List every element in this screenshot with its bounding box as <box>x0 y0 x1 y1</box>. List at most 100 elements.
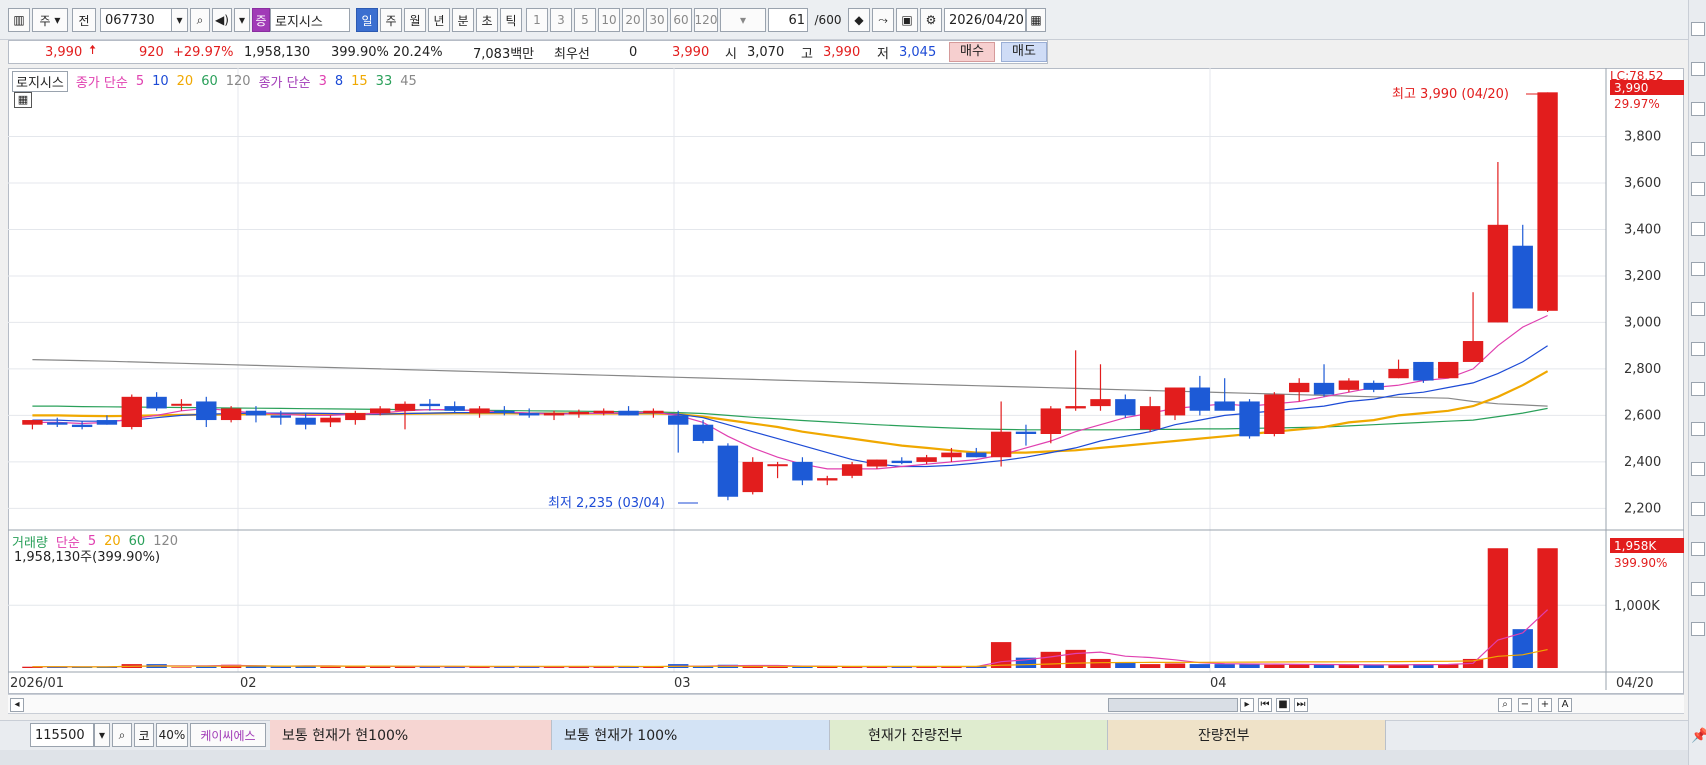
draw-tool-7-icon[interactable] <box>1691 262 1705 276</box>
period-second[interactable]: 초 <box>476 8 498 32</box>
draw-tool-3-icon[interactable] <box>1691 102 1705 116</box>
order-tab-modify[interactable]: 현재가 잔량전부 <box>830 720 1108 750</box>
chart-scrollbar[interactable]: ◂ ▸ ⏮ ■ ⏭ ⌕ − + A <box>8 694 1684 714</box>
period-day[interactable]: 일 <box>356 8 378 32</box>
order-tab-buy[interactable]: 보통 현재가 현100% <box>270 720 552 750</box>
sell-button[interactable]: 매도 <box>1001 42 1047 62</box>
stock-badge: 증 <box>252 8 270 32</box>
ratio-field[interactable]: 40% <box>156 723 188 747</box>
speaker-dropdown-icon[interactable]: ▾ <box>234 8 250 32</box>
legend-ma-label[interactable]: 종가 단순 <box>76 72 128 91</box>
up-arrow-icon: 🠅 <box>89 43 97 58</box>
draw-tool-2-icon[interactable] <box>1691 62 1705 76</box>
volume-ma5: 5 <box>87 533 97 549</box>
custom-interval-select[interactable]: ▾ <box>720 8 766 32</box>
stock-name-field[interactable]: 로지시스 <box>270 8 350 32</box>
interval-5[interactable]: 5 <box>574 8 596 32</box>
volume-ma60: 60 <box>128 533 146 549</box>
legend-ma2-label[interactable]: 종가 단순 <box>259 72 311 91</box>
gear-icon[interactable]: ⚙ <box>920 8 942 32</box>
candle-settings-icon[interactable]: ◆ <box>848 8 870 32</box>
interval-20[interactable]: 20 <box>622 8 644 32</box>
legend-ma5: 5 <box>135 73 145 89</box>
type-label: 주 <box>39 13 51 28</box>
legend-ma33: 33 <box>375 73 393 89</box>
legend-ma15: 15 <box>351 73 368 89</box>
draw-tool-15-icon[interactable] <box>1691 582 1705 596</box>
zoom-out-icon[interactable]: − <box>1518 698 1532 712</box>
table-icon[interactable]: ▦ <box>14 92 32 108</box>
legend-ma20: 20 <box>176 73 194 89</box>
draw-tool-4-icon[interactable] <box>1691 142 1705 156</box>
code-dropdown-icon[interactable]: ▾ <box>172 8 188 32</box>
draw-tool-5-icon[interactable] <box>1691 182 1705 196</box>
current-price: 3,990 <box>45 44 83 60</box>
draw-tool-9-icon[interactable] <box>1691 342 1705 356</box>
draw-tool-13-icon[interactable] <box>1691 502 1705 516</box>
code-input[interactable]: 067730 <box>100 8 172 32</box>
line-tool-icon[interactable]: ⤳ <box>872 8 894 32</box>
period-week[interactable]: 주 <box>380 8 402 32</box>
period-minute[interactable]: 분 <box>452 8 474 32</box>
draw-tool-11-icon[interactable] <box>1691 422 1705 436</box>
market-badge: 코 <box>134 723 154 747</box>
scroll-thumb[interactable] <box>1108 698 1238 712</box>
layout-icon[interactable]: ▥ <box>8 8 30 32</box>
order-code-input[interactable]: 115500 <box>30 723 94 747</box>
date-input[interactable]: 2026/04/20 <box>944 8 1026 32</box>
count-total: /600 <box>814 13 842 27</box>
trade-amount: 7,083백만 <box>473 46 535 62</box>
jeon-button[interactable]: 전 <box>72 8 96 32</box>
interval-120[interactable]: 120 <box>694 8 718 32</box>
legend-ma60: 60 <box>201 73 218 89</box>
interval-30[interactable]: 30 <box>646 8 668 32</box>
rewind-icon[interactable]: ⏮ <box>1258 698 1272 712</box>
draw-tool-1-icon[interactable] <box>1691 22 1705 36</box>
order-search-icon[interactable]: ⌕ <box>112 723 132 747</box>
type-select[interactable]: 주 ▾ <box>32 8 68 32</box>
count-input[interactable]: 61 <box>768 8 808 32</box>
search-icon[interactable]: ⌕ <box>190 8 210 32</box>
draw-tool-8-icon[interactable] <box>1691 302 1705 316</box>
draw-tool-10-icon[interactable] <box>1691 382 1705 396</box>
legend-stock[interactable]: 로지시스 <box>12 70 68 92</box>
volume-ma-label[interactable]: 단순 <box>56 532 80 551</box>
scroll-right-icon[interactable]: ▸ <box>1240 698 1254 712</box>
speaker-icon[interactable]: ◀) <box>212 8 232 32</box>
order-tab-cancel[interactable]: 잔량전부 <box>1108 720 1386 750</box>
save-icon[interactable]: ▣ <box>896 8 918 32</box>
chart-panel[interactable] <box>8 68 1684 694</box>
period-tick[interactable]: 틱 <box>500 8 522 32</box>
scroll-left-icon[interactable]: ◂ <box>10 698 24 712</box>
best-qty: 0 <box>629 44 638 60</box>
open-label: 시 <box>725 46 737 62</box>
pin-icon[interactable]: 📌 <box>1691 728 1706 744</box>
draw-tool-16-icon[interactable] <box>1691 622 1705 636</box>
draw-tool-6-icon[interactable] <box>1691 222 1705 236</box>
volume-title[interactable]: 거래량 <box>12 532 48 551</box>
buy-button[interactable]: 매수 <box>949 42 995 62</box>
legend-ma3: 3 <box>318 73 327 89</box>
period-month[interactable]: 월 <box>404 8 426 32</box>
order-tab-sell[interactable]: 보통 현재가 100% <box>552 720 830 750</box>
calendar-icon[interactable]: ▦ <box>1026 8 1046 32</box>
draw-tool-12-icon[interactable] <box>1691 462 1705 476</box>
interval-10[interactable]: 10 <box>598 8 620 32</box>
period-year[interactable]: 년 <box>428 8 450 32</box>
chart-toolbar: ▥ 주 ▾ 전 067730 ▾ ⌕ ◀) ▾ 증 로지시스 일 주 월 년 분… <box>0 0 1706 40</box>
font-icon[interactable]: A <box>1558 698 1572 712</box>
zoom-icon[interactable]: ⌕ <box>1498 698 1512 712</box>
legend-ma10: 10 <box>152 73 169 89</box>
order-code-dropdown-icon[interactable]: ▾ <box>94 723 110 747</box>
draw-tool-14-icon[interactable] <box>1691 542 1705 556</box>
best-price: 3,990 <box>672 44 710 60</box>
interval-60[interactable]: 60 <box>670 8 692 32</box>
interval-1[interactable]: 1 <box>526 8 548 32</box>
turnover: 20.24% <box>393 44 443 60</box>
quote-bar: 3,990 🠅 920 +29.97% 1,958,130 399.90% 20… <box>8 40 1048 64</box>
forward-icon[interactable]: ⏭ <box>1294 698 1308 712</box>
zoom-in-icon[interactable]: + <box>1538 698 1552 712</box>
stop-icon[interactable]: ■ <box>1276 698 1290 712</box>
interval-3[interactable]: 3 <box>550 8 572 32</box>
price-legend: 로지시스 종가 단순 5 10 20 60 120 종가 단순 3 8 15 3… <box>12 70 417 92</box>
